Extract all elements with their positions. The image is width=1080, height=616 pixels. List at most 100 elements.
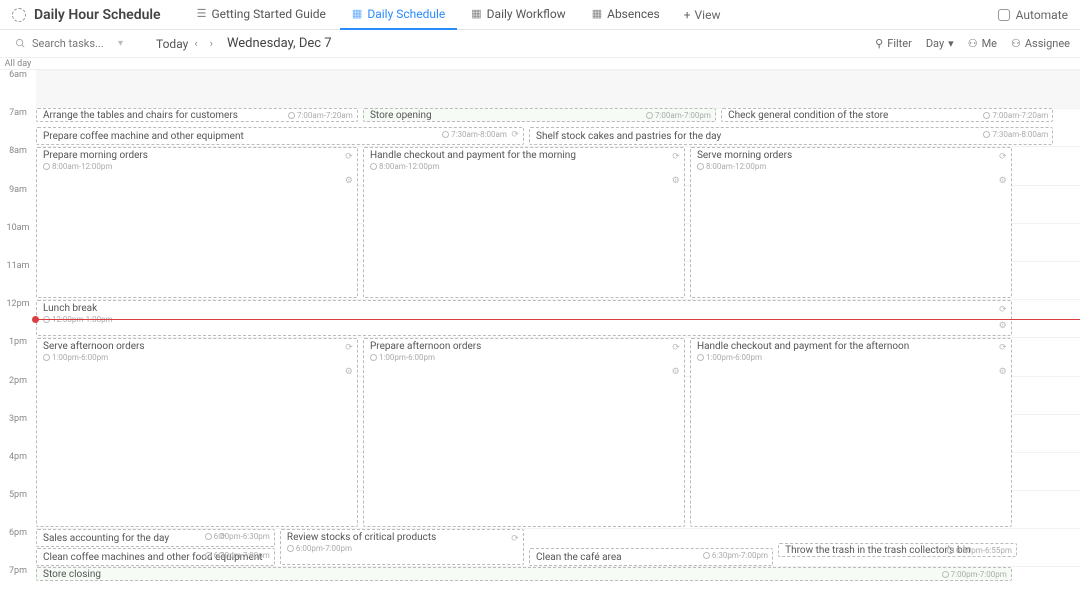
all-day-row: All day <box>0 58 1080 70</box>
tab-absences[interactable]: ▦ Absences <box>580 0 672 30</box>
event-time: 8:00am-12:00pm <box>370 162 678 171</box>
current-time-indicator <box>36 319 1080 320</box>
settings-icon: ⚙ <box>672 367 680 377</box>
calendar-icon: ▦ <box>352 7 362 20</box>
event-lunch-break[interactable]: Lunch break 12:00pm-1:00pm ⟳ ⚙ <box>36 300 1012 336</box>
tab-label: Absences <box>607 7 660 21</box>
event-prepare-coffee-machine[interactable]: Prepare coffee machine and other equipme… <box>36 127 524 145</box>
hour-label: 6pm <box>0 528 36 566</box>
tab-daily-schedule[interactable]: ▦ Daily Schedule <box>340 0 457 30</box>
clock-icon <box>646 112 653 119</box>
event-sales-accounting[interactable]: Sales accounting for the day ⟳ 6:00pm-6:… <box>36 529 275 547</box>
event-store-closing[interactable]: Store closing 7:00pm-7:00pm <box>36 567 1012 581</box>
clock-icon <box>947 547 954 554</box>
day-dropdown[interactable]: Day ▾ <box>926 37 954 50</box>
next-day-button[interactable]: › <box>210 37 213 50</box>
event-arrange-tables[interactable]: Arrange the tables and chairs for custom… <box>36 108 358 122</box>
event-title: Shelf stock cakes and pastries for the d… <box>536 131 1046 142</box>
event-time: 1:00pm-6:00pm <box>697 353 1005 362</box>
event-title: Prepare afternoon orders <box>370 341 678 352</box>
chevron-down-icon[interactable]: ▾ <box>118 38 123 49</box>
day-label: Day <box>926 37 944 50</box>
event-time: 6:50pm-6:55pm <box>947 546 1012 555</box>
event-time: 7:00am-7:20am <box>983 111 1048 120</box>
event-review-stocks[interactable]: Review stocks of critical products 6:00p… <box>280 529 524 565</box>
event-time: 7:30am-8:00am <box>983 130 1048 139</box>
hour-label: 2pm <box>0 376 36 414</box>
time-grid: 6am 7am 8am 9am 10am 11am 12pm 1pm 2pm 3… <box>0 70 1080 605</box>
search-input[interactable] <box>32 37 112 50</box>
event-time: 7:00pm-7:00pm <box>942 570 1007 579</box>
hour-label: 1pm <box>0 337 36 375</box>
event-clean-coffee-machines[interactable]: Clean coffee machines and other food equ… <box>36 548 275 566</box>
settings-icon: ⚙ <box>672 176 680 186</box>
event-prepare-morning-orders[interactable]: Prepare morning orders 8:00am-12:00pm ⟳ … <box>36 147 358 298</box>
event-title: Serve morning orders <box>697 150 1005 161</box>
add-view-button[interactable]: + View <box>674 0 731 30</box>
app-logo-icon <box>12 8 26 22</box>
event-title: Handle checkout and payment for the afte… <box>697 341 1005 352</box>
event-shelf-stock[interactable]: Shelf stock cakes and pastries for the d… <box>529 127 1053 145</box>
right-controls: ⚲Filter Day ▾ ⚇Me ⚇Assignee <box>875 37 1070 50</box>
event-prepare-afternoon-orders[interactable]: Prepare afternoon orders 1:00pm-6:00pm ⟳… <box>363 338 685 527</box>
event-handle-checkout-morning[interactable]: Handle checkout and payment for the morn… <box>363 147 685 298</box>
hour-label: 6am <box>0 70 36 108</box>
event-time: 7:00am-7:00pm <box>646 111 711 120</box>
calendar-icon: ▦ <box>471 7 481 20</box>
event-title: Lunch break <box>43 303 1005 314</box>
tab-label: Getting Started Guide <box>211 7 325 21</box>
me-filter-button[interactable]: ⚇Me <box>968 37 997 50</box>
hour-label: 3pm <box>0 414 36 452</box>
tab-getting-started[interactable]: ☰Getting Started Guide <box>185 0 338 30</box>
prev-day-button[interactable]: ‹ <box>194 37 197 50</box>
event-serve-afternoon-orders[interactable]: Serve afternoon orders 1:00pm-6:00pm ⟳ ⚙ <box>36 338 358 527</box>
event-check-condition[interactable]: Check general condition of the store 7:0… <box>721 108 1053 122</box>
all-day-body[interactable] <box>36 58 1080 69</box>
event-clean-cafe-area[interactable]: Clean the café area 6:30pm-7:00pm <box>529 548 773 566</box>
chevron-down-icon: ▾ <box>948 37 954 50</box>
event-time: 6:30pm-7:00pm <box>703 551 768 560</box>
today-button[interactable]: Today <box>156 37 188 51</box>
recurring-icon: ⟳ <box>999 152 1007 162</box>
top-bar: Daily Hour Schedule ☰Getting Started Gui… <box>0 0 1080 30</box>
hour-label: 7pm <box>0 566 36 604</box>
event-time: 1:00pm-6:00pm <box>370 353 678 362</box>
clock-icon <box>370 354 377 361</box>
filter-button[interactable]: ⚲Filter <box>875 37 912 50</box>
tab-daily-workflow[interactable]: ▦ Daily Workflow <box>459 0 577 30</box>
clock-icon <box>983 112 990 119</box>
calendar-icon: ▦ <box>592 7 602 20</box>
plus-icon: + <box>684 8 691 22</box>
event-title: Store closing <box>43 569 1005 580</box>
add-view-label: View <box>695 8 721 22</box>
clock-icon <box>942 571 949 578</box>
event-time: 1:00pm-6:00pm <box>43 353 351 362</box>
automate-button[interactable]: Automate <box>998 8 1068 22</box>
events-layer: Arrange the tables and chairs for custom… <box>36 70 1074 605</box>
hour-label: 10am <box>0 223 36 261</box>
calendar: All day 6am 7am 8am 9am 10am 11am 12pm 1… <box>0 58 1080 605</box>
hour-label: 8am <box>0 146 36 184</box>
clock-icon <box>287 545 294 552</box>
assignee-filter-button[interactable]: ⚇Assignee <box>1011 37 1070 50</box>
event-throw-trash[interactable]: Throw the trash in the trash collector's… <box>778 543 1017 557</box>
tab-label: Daily Workflow <box>487 7 566 21</box>
search-box[interactable]: ▾ <box>10 34 140 53</box>
event-serve-morning-orders[interactable]: Serve morning orders 8:00am-12:00pm ⟳ ⚙ <box>690 147 1012 298</box>
event-handle-checkout-afternoon[interactable]: Handle checkout and payment for the afte… <box>690 338 1012 527</box>
recurring-icon: ⟳ <box>999 305 1007 315</box>
event-store-opening[interactable]: Store opening 7:00am-7:00pm <box>363 108 716 122</box>
tab-label: Daily Schedule <box>367 7 445 21</box>
settings-icon: ⚙ <box>999 321 1007 331</box>
hour-label: 4pm <box>0 452 36 490</box>
people-icon: ⚇ <box>1011 37 1021 50</box>
page-title: Daily Hour Schedule <box>34 7 161 23</box>
event-title: Prepare morning orders <box>43 150 351 161</box>
hour-label: 12pm <box>0 299 36 337</box>
event-time: 6:00pm-7:00pm <box>287 544 517 553</box>
clock-icon <box>205 533 212 540</box>
filter-label: Filter <box>887 37 912 50</box>
settings-icon: ⚙ <box>345 367 353 377</box>
recurring-icon: ⟳ <box>345 343 353 353</box>
event-time: 7:00am-7:20am <box>288 111 353 120</box>
